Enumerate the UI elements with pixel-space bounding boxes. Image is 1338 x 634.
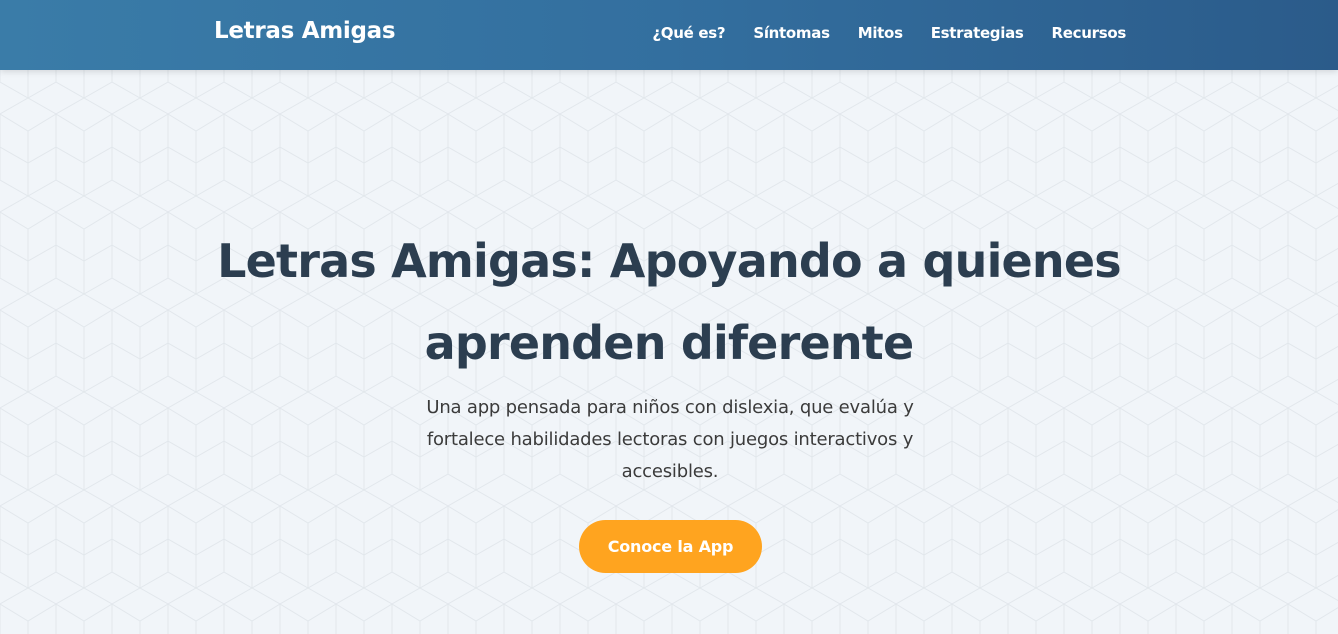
cta-button[interactable]: Conoce la App [579, 520, 762, 573]
nav-link-que-es[interactable]: ¿Qué es? [652, 24, 725, 42]
nav-link-recursos[interactable]: Recursos [1052, 24, 1127, 42]
hero-subtitle: Una app pensada para niños con dislexia,… [426, 397, 914, 482]
main-nav: ¿Qué es? Síntomas Mitos Estrategias Recu… [652, 24, 1126, 42]
site-header: Letras Amigas ¿Qué es? Síntomas Mitos Es… [0, 0, 1338, 70]
nav-link-sintomas[interactable]: Síntomas [753, 24, 830, 42]
hero-title: Letras Amigas: Apoyando a quienes aprend… [217, 234, 1122, 370]
brand-logo-link[interactable]: Letras Amigas [214, 18, 396, 44]
nav-link-estrategias[interactable]: Estrategias [931, 24, 1024, 42]
hero-section: Letras Amigas: Apoyando a quienes aprend… [0, 70, 1338, 634]
nav-link-mitos[interactable]: Mitos [858, 24, 903, 42]
